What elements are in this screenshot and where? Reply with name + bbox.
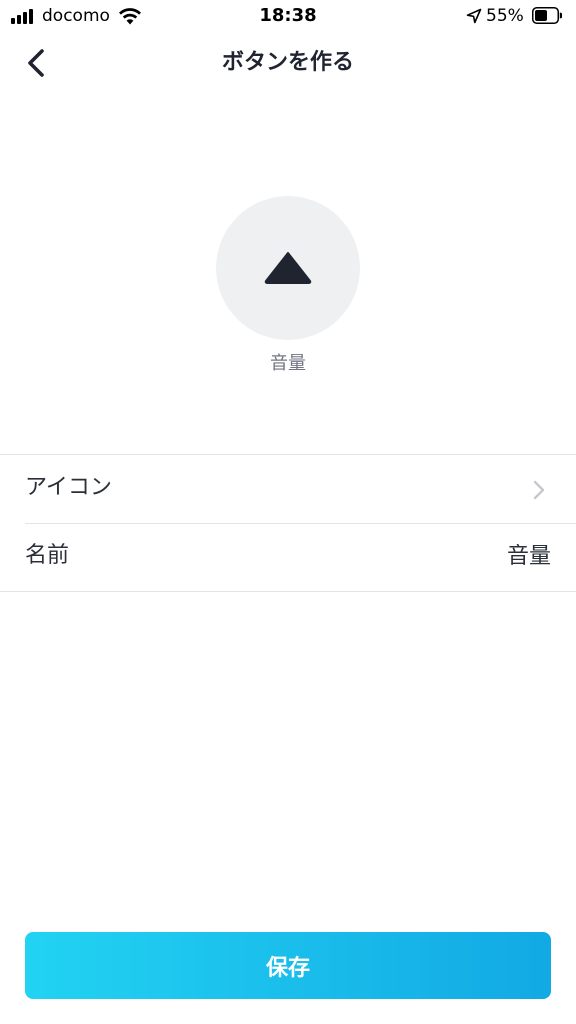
triangle-up-icon bbox=[264, 252, 312, 284]
name-setting-row[interactable]: 名前 音量 bbox=[0, 523, 576, 591]
name-setting-label: 名前 bbox=[25, 543, 70, 568]
name-setting-value: 音量 bbox=[506, 544, 551, 569]
icon-setting-label: アイコン bbox=[25, 475, 112, 500]
navigation-bar: ボタンを作る bbox=[0, 32, 576, 92]
icon-setting-row[interactable]: アイコン bbox=[0, 455, 576, 523]
chevron-right-icon bbox=[533, 480, 545, 500]
settings-list: アイコン 名前 音量 bbox=[0, 454, 576, 592]
create-button-screen: docomo 18:38 55% ボタンを作る 音量 アイコン 名前 音量 保存 bbox=[0, 0, 576, 1024]
battery-icon bbox=[532, 7, 562, 24]
preview-label: 音量 bbox=[270, 353, 306, 374]
location-icon bbox=[466, 8, 482, 24]
save-button[interactable]: 保存 bbox=[25, 932, 551, 999]
battery-percent: 55% bbox=[486, 6, 524, 26]
page-title: ボタンを作る bbox=[221, 50, 354, 75]
status-bar: docomo 18:38 55% bbox=[0, 0, 576, 32]
